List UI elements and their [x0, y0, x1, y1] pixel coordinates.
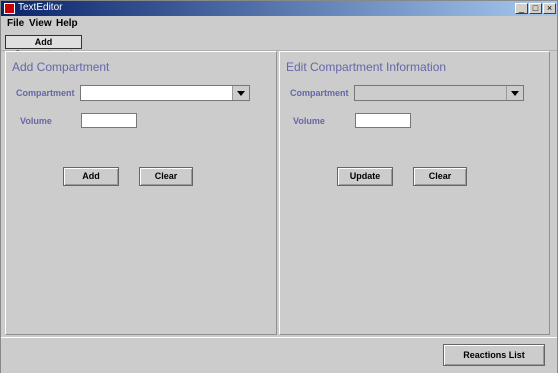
toolbar: Add Compartmnet: [1, 32, 557, 59]
add-volume-label: Volume: [20, 116, 52, 126]
menu-file[interactable]: File: [7, 18, 24, 29]
menu-bar: File View Help: [1, 16, 557, 32]
app-icon: [4, 3, 15, 14]
update-button[interactable]: Update: [337, 167, 393, 186]
add-compartment-tab-button[interactable]: Add Compartmnet: [5, 35, 82, 59]
add-button[interactable]: Add: [63, 167, 119, 186]
add-panel-title: Add Compartment: [12, 60, 110, 74]
close-button[interactable]: ×: [543, 3, 556, 14]
edit-compartment-label: Compartment: [290, 88, 349, 98]
edit-compartment-combo[interactable]: [354, 85, 524, 101]
edit-volume-field[interactable]: [355, 113, 411, 128]
menu-view[interactable]: View: [29, 18, 52, 29]
menu-help[interactable]: Help: [56, 18, 78, 29]
add-compartment-panel: Add Compartment Compartment Volume Add C…: [5, 51, 277, 335]
edit-panel-title: Edit Compartment Information: [286, 60, 447, 74]
footer-bar: Reactions List: [1, 337, 557, 373]
chevron-down-icon[interactable]: [506, 86, 523, 100]
add-compartment-label: Compartment: [16, 88, 75, 98]
reactions-list-button[interactable]: Reactions List: [443, 344, 545, 366]
maximize-button[interactable]: □: [529, 3, 542, 14]
add-compartment-combo[interactable]: [80, 85, 250, 101]
minimize-button[interactable]: _: [515, 3, 528, 14]
app-window: TextEditor _ □ × File View Help Add Comp…: [0, 0, 558, 373]
chevron-down-icon[interactable]: [232, 86, 249, 100]
window-title: TextEditor: [18, 2, 63, 13]
edit-volume-label: Volume: [293, 116, 325, 126]
edit-compartment-panel: Edit Compartment Information Compartment…: [279, 51, 550, 335]
add-clear-button[interactable]: Clear: [139, 167, 193, 186]
title-bar[interactable]: TextEditor _ □ ×: [1, 1, 557, 16]
add-volume-field[interactable]: [81, 113, 137, 128]
edit-clear-button[interactable]: Clear: [413, 167, 467, 186]
